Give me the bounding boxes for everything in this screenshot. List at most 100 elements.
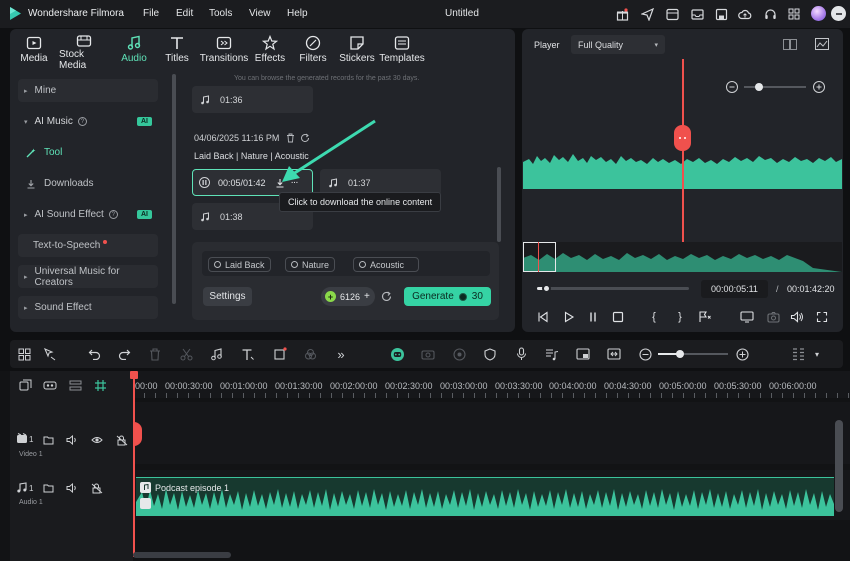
sidebar-item-ai-music[interactable]: ▾ AI Music? AI bbox=[18, 110, 158, 133]
zoom-in-icon[interactable] bbox=[813, 81, 825, 93]
timeline-options-icon[interactable]: ▾ bbox=[808, 345, 826, 363]
scope-icon[interactable] bbox=[815, 38, 829, 50]
timeline-horizontal-scrollbar[interactable] bbox=[133, 552, 231, 558]
sidebar-scrollbar[interactable] bbox=[172, 74, 176, 304]
timeline-playhead-head[interactable] bbox=[130, 371, 138, 379]
snapshot-icon[interactable] bbox=[765, 309, 781, 325]
tab-stickers[interactable]: Stickers bbox=[332, 33, 382, 69]
menu-file[interactable]: File bbox=[143, 8, 159, 19]
sidebar-item-sound-effect[interactable]: ▸ Sound Effect bbox=[18, 296, 158, 319]
layout-icon[interactable] bbox=[664, 6, 680, 22]
tab-filters[interactable]: Filters bbox=[288, 33, 338, 69]
layout-grid-icon[interactable] bbox=[15, 345, 33, 363]
eye-icon[interactable] bbox=[91, 434, 103, 446]
timeline-layout-icon[interactable] bbox=[789, 345, 807, 363]
timeline-zoom-thumb[interactable] bbox=[676, 350, 684, 358]
menu-help[interactable]: Help bbox=[287, 8, 308, 19]
playhead-handle[interactable] bbox=[674, 125, 691, 151]
volume-icon[interactable] bbox=[789, 309, 805, 325]
stop-icon[interactable] bbox=[610, 309, 626, 325]
progress-thumb[interactable] bbox=[542, 284, 551, 293]
split-icon[interactable] bbox=[605, 345, 623, 363]
timeline-zoom-out-icon[interactable] bbox=[636, 345, 654, 363]
fullscreen-icon[interactable] bbox=[814, 309, 830, 325]
grid-icon[interactable] bbox=[786, 6, 802, 22]
sidebar-item-universal-music[interactable]: ▸ Universal Music for Creators bbox=[18, 265, 158, 288]
music-list-icon[interactable] bbox=[543, 345, 561, 363]
mini-viewport-box[interactable] bbox=[523, 242, 556, 272]
results-scrollbar[interactable] bbox=[497, 167, 501, 242]
timeline-zoom-in-icon[interactable] bbox=[733, 345, 751, 363]
gift-icon[interactable] bbox=[614, 6, 630, 22]
menu-edit[interactable]: Edit bbox=[176, 8, 193, 19]
audio-edit-icon[interactable] bbox=[208, 345, 226, 363]
save-icon[interactable] bbox=[713, 6, 729, 22]
progress-bar[interactable] bbox=[537, 287, 689, 290]
chip-laid-back[interactable]: Laid Back bbox=[208, 257, 271, 272]
redo-icon[interactable] bbox=[115, 345, 133, 363]
tab-transitions[interactable]: Transitions bbox=[199, 33, 249, 69]
play-icon[interactable] bbox=[561, 309, 577, 325]
zoom-out-icon[interactable] bbox=[726, 81, 738, 93]
add-track-icon[interactable] bbox=[16, 376, 34, 394]
tab-media[interactable]: Media bbox=[9, 33, 59, 69]
track-manager-icon[interactable] bbox=[66, 376, 84, 394]
pause-icon[interactable] bbox=[585, 309, 601, 325]
picture-in-picture-icon[interactable] bbox=[574, 345, 592, 363]
ai-assistant-icon[interactable] bbox=[388, 345, 406, 363]
send-icon[interactable] bbox=[639, 6, 655, 22]
folder-icon[interactable] bbox=[42, 482, 54, 494]
generate-button[interactable]: Generate 30 bbox=[404, 287, 491, 306]
lock-icon[interactable] bbox=[91, 482, 103, 494]
display-icon[interactable] bbox=[739, 309, 755, 325]
snap-icon[interactable] bbox=[91, 376, 109, 394]
headset-icon[interactable] bbox=[762, 6, 778, 22]
preview-zoom-slider-thumb[interactable] bbox=[755, 83, 763, 91]
shield-icon[interactable] bbox=[481, 345, 499, 363]
delete-icon[interactable] bbox=[146, 345, 164, 363]
sidebar-item-mine[interactable]: ▸ Mine bbox=[18, 79, 158, 102]
sidebar-item-downloads[interactable]: Downloads bbox=[26, 172, 158, 195]
cloud-upload-icon[interactable] bbox=[737, 6, 753, 22]
marker-icon[interactable] bbox=[697, 309, 713, 325]
tab-stock-media[interactable]: Stock Media bbox=[59, 33, 109, 71]
select-tool-icon[interactable] bbox=[41, 345, 59, 363]
crop-icon[interactable] bbox=[271, 345, 289, 363]
record-icon[interactable] bbox=[450, 345, 468, 363]
sidebar-item-ai-sound-effect[interactable]: ▸ AI Sound Effect? AI bbox=[18, 203, 158, 226]
camera-icon[interactable] bbox=[419, 345, 437, 363]
menu-view[interactable]: View bbox=[249, 8, 271, 19]
mark-out-icon[interactable]: } bbox=[672, 309, 688, 325]
text-tool-icon[interactable] bbox=[239, 345, 257, 363]
timeline-playhead[interactable] bbox=[133, 371, 135, 557]
inbox-icon[interactable] bbox=[689, 6, 705, 22]
help-icon[interactable]: ? bbox=[77, 117, 87, 126]
lock-icon[interactable] bbox=[116, 434, 128, 446]
chip-acoustic[interactable]: Acoustic bbox=[353, 257, 419, 272]
quality-select[interactable]: Full Quality ▾ bbox=[571, 35, 665, 54]
timeline-vertical-scrollbar[interactable] bbox=[835, 420, 843, 512]
folder-icon[interactable] bbox=[42, 434, 54, 446]
undo-icon[interactable] bbox=[85, 345, 103, 363]
mark-in-icon[interactable]: { bbox=[646, 309, 662, 325]
microphone-icon[interactable] bbox=[512, 345, 530, 363]
speaker-icon[interactable] bbox=[66, 482, 78, 494]
playhead-handle[interactable] bbox=[133, 422, 142, 446]
settings-button[interactable]: Settings bbox=[203, 287, 252, 306]
audio-clip[interactable] bbox=[136, 477, 834, 516]
compare-view-icon[interactable] bbox=[783, 39, 797, 50]
color-icon[interactable] bbox=[301, 345, 319, 363]
credits-badge[interactable]: + 6126 + bbox=[321, 287, 375, 306]
tab-templates[interactable]: Templates bbox=[377, 33, 427, 69]
tab-titles[interactable]: Titles bbox=[152, 33, 202, 69]
chip-nature[interactable]: Nature bbox=[285, 257, 336, 272]
avatar[interactable] bbox=[811, 6, 826, 21]
menu-tools[interactable]: Tools bbox=[209, 8, 232, 19]
speaker-icon[interactable] bbox=[66, 434, 78, 446]
sidebar-item-tool[interactable]: Tool bbox=[26, 141, 158, 164]
step-back-icon[interactable] bbox=[535, 309, 551, 325]
cut-icon[interactable] bbox=[177, 345, 195, 363]
music-item[interactable]: 01:36 bbox=[192, 86, 313, 113]
sidebar-item-text-to-speech[interactable]: Text-to-Speech bbox=[18, 234, 158, 257]
preview-zoom-slider[interactable] bbox=[744, 86, 806, 88]
